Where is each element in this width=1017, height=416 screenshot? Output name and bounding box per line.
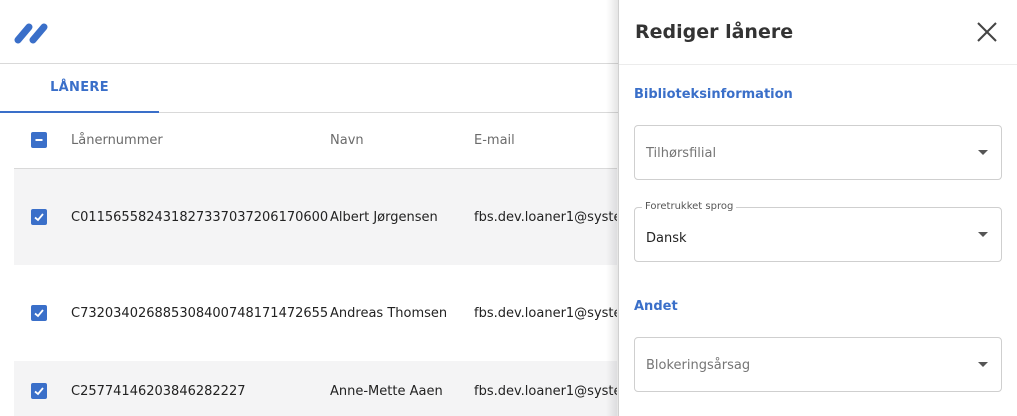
row-checkbox[interactable] — [31, 209, 47, 225]
branch-select[interactable]: Tilhørsfilial — [634, 125, 1002, 180]
branch-placeholder: Tilhørsfilial — [646, 146, 717, 161]
cell-name: Andreas Thomsen — [330, 305, 448, 321]
header-number[interactable]: Lånernummer — [71, 133, 163, 148]
caret-down-icon — [978, 232, 988, 237]
check-icon — [34, 309, 44, 318]
select-all-checkbox[interactable] — [31, 132, 47, 148]
caret-down-icon — [978, 362, 988, 367]
cell-email: fbs.dev.loaner1@syster — [474, 305, 617, 321]
cell-name: Albert Jørgensen — [330, 209, 438, 225]
tab-label: LÅNERE — [50, 80, 109, 95]
header-name[interactable]: Navn — [330, 133, 364, 148]
row-checkbox[interactable] — [31, 383, 47, 399]
check-icon — [34, 213, 44, 222]
table-row[interactable]: C25774146203846282227 Anne-Mette Aaen fb… — [14, 361, 617, 416]
cell-name: Anne-Mette Aaen — [330, 383, 443, 399]
edit-loaners-panel: Rediger lånere Biblioteksinformation Til… — [618, 0, 1017, 416]
section-other: Andet — [634, 299, 678, 314]
minus-icon — [35, 139, 43, 141]
language-value: Dansk — [646, 231, 687, 246]
row-checkbox[interactable] — [31, 305, 47, 321]
block-reason-placeholder: Blokeringsårsag — [646, 358, 751, 373]
table-row[interactable]: C732034026885308400748171472655 Andreas … — [14, 265, 617, 361]
language-select[interactable]: Foretrukket sprog Dansk — [634, 201, 1002, 262]
panel-title: Rediger lånere — [635, 21, 794, 43]
close-icon[interactable] — [975, 20, 999, 44]
block-reason-select[interactable]: Blokeringsårsag — [634, 337, 1002, 392]
check-icon — [34, 387, 44, 396]
cell-email: fbs.dev.loaner1@syster — [474, 209, 617, 225]
panel-shadow — [606, 0, 618, 416]
loaners-table: Lånernummer Navn E-mail C011565582431827… — [14, 113, 617, 416]
panel-header: Rediger lånere — [619, 0, 1017, 65]
cell-number: C25774146203846282227 — [71, 383, 246, 399]
app-logo-icon[interactable] — [12, 22, 52, 44]
tab-laanere[interactable]: LÅNERE — [0, 64, 159, 113]
table-header: Lånernummer Navn E-mail — [14, 113, 617, 169]
cell-email: fbs.dev.loaner1@syster — [474, 383, 617, 399]
table-row[interactable]: C011565582431827337037206170600 Albert J… — [14, 169, 617, 265]
cell-number: C732034026885308400748171472655 — [71, 305, 329, 321]
section-library-info: Biblioteksinformation — [634, 87, 793, 102]
caret-down-icon — [978, 150, 988, 155]
language-label: Foretrukket sprog — [642, 201, 737, 212]
header-email[interactable]: E-mail — [474, 133, 515, 148]
cell-number: C011565582431827337037206170600 — [71, 209, 329, 225]
